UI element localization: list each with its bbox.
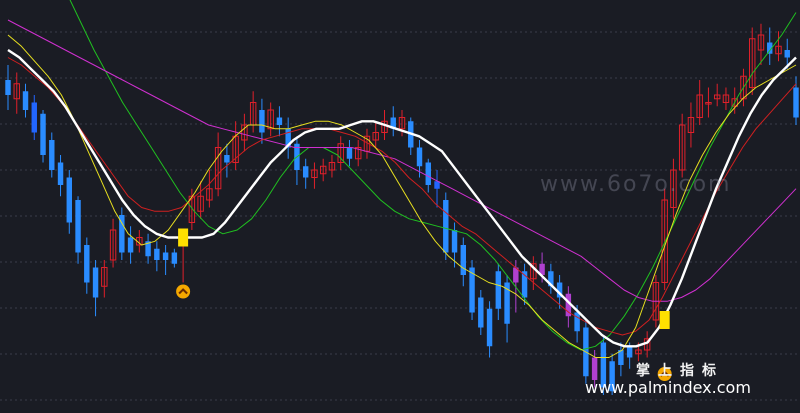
signal-arrow-circle bbox=[176, 284, 191, 299]
candle-body-down bbox=[486, 308, 493, 347]
candle-body-down bbox=[75, 200, 81, 253]
candlestick-chart bbox=[0, 0, 800, 401]
candle-body-down bbox=[784, 50, 790, 58]
candle-body-down bbox=[416, 147, 423, 167]
candle-body-down bbox=[591, 357, 598, 380]
line-magenta bbox=[7, 19, 797, 302]
candle-body-down bbox=[451, 230, 458, 253]
candle-body-down bbox=[626, 346, 633, 358]
candle-body-down bbox=[22, 91, 29, 110]
candle-body-down bbox=[92, 267, 99, 298]
candle-body-down bbox=[84, 245, 90, 283]
candle-body-down bbox=[49, 140, 55, 170]
signal-box bbox=[659, 311, 670, 329]
candle-body-down bbox=[5, 80, 11, 95]
candle-body-down bbox=[495, 271, 502, 309]
candle-body-down bbox=[460, 245, 467, 275]
candle-body-down bbox=[127, 237, 134, 253]
candle-body-down bbox=[302, 166, 309, 178]
candle-body-down bbox=[346, 147, 353, 159]
candle-body-down bbox=[793, 87, 799, 118]
watermark-url: www.palmindex.com bbox=[585, 378, 751, 397]
candle-body-down bbox=[162, 252, 169, 260]
candle-body-down bbox=[478, 297, 484, 328]
candle-body-down bbox=[276, 117, 283, 125]
line-white bbox=[7, 48, 797, 348]
chart-stage: www.6o7o.com 掌上指标 www.palmindex.com bbox=[0, 0, 800, 413]
candle-body-down bbox=[574, 312, 580, 332]
signal-box bbox=[178, 228, 189, 247]
candle-body-down bbox=[66, 177, 73, 223]
candle-body-down bbox=[171, 252, 178, 264]
candle-body-down bbox=[224, 155, 230, 163]
candle-series bbox=[5, 23, 799, 395]
candle-body-down bbox=[40, 113, 46, 155]
watermark-cn: 掌上指标 bbox=[636, 363, 724, 379]
candle-body-down bbox=[425, 162, 431, 185]
watermark-top: www.6o7o.com bbox=[540, 172, 732, 197]
candle-body-down bbox=[443, 200, 449, 253]
candle-body-down bbox=[259, 110, 265, 133]
candle-body-down bbox=[31, 102, 37, 133]
candle-body-down bbox=[57, 162, 64, 185]
candle-body-down bbox=[154, 248, 160, 260]
